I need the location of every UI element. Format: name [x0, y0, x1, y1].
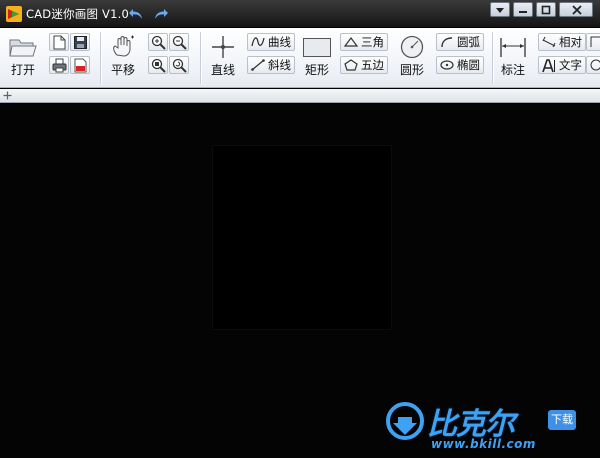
maximize-icon — [541, 5, 551, 15]
watermark: 比克尔 下载 www.bkill.com — [381, 397, 595, 455]
watermark-badge: 下载 — [548, 410, 576, 430]
rectangle-icon — [303, 38, 331, 57]
more-tool-button[interactable] — [586, 33, 600, 51]
watermark-logo-icon — [386, 402, 424, 440]
line-crosshair-icon — [212, 36, 234, 58]
save-icon — [74, 36, 87, 49]
save-button[interactable] — [70, 33, 90, 51]
zoom-fit-icon — [151, 58, 166, 73]
zoom-in-button[interactable] — [148, 33, 168, 51]
maximize-button[interactable] — [536, 2, 556, 17]
text-tool-button[interactable]: 文字 — [538, 56, 586, 74]
curve-icon — [251, 37, 265, 47]
curve-label: 曲线 — [268, 35, 291, 49]
document-tab-bar — [0, 89, 600, 103]
dimension-icon — [500, 38, 526, 57]
triangle-tool-button[interactable]: 三角 — [340, 33, 388, 51]
triangle-icon — [344, 37, 358, 47]
line-tool-button[interactable]: 直线 — [208, 35, 238, 78]
zoom-fit-button[interactable] — [148, 56, 168, 74]
pdf-icon — [74, 58, 87, 73]
drawing-page[interactable] — [213, 146, 391, 329]
text-icon — [542, 59, 555, 73]
pan-button[interactable]: 平移 — [108, 35, 138, 78]
relative-label: 相对 — [559, 35, 582, 49]
zoom-refresh-button[interactable] — [169, 56, 189, 74]
ellipse-label: 椭圆 — [457, 58, 480, 72]
corner-icon — [590, 36, 600, 47]
minimize-button[interactable] — [513, 2, 533, 17]
zoom-out-icon — [172, 35, 187, 50]
new-file-icon — [53, 35, 66, 50]
window-menu-button[interactable] — [490, 2, 510, 17]
zoom-refresh-icon — [172, 58, 187, 73]
chevron-down-icon — [496, 8, 504, 13]
close-button[interactable] — [559, 2, 593, 17]
text-label: 文字 — [559, 58, 582, 72]
ribbon-separator — [100, 32, 101, 84]
open-label: 打开 — [10, 63, 35, 77]
printer-icon — [52, 58, 67, 73]
export-pdf-button[interactable] — [70, 56, 90, 74]
add-document-icon[interactable] — [3, 91, 12, 100]
arc-tool-button[interactable]: 圆弧 — [436, 33, 484, 51]
open-button[interactable]: 打开 — [8, 35, 38, 78]
more-tool-button-2[interactable] — [586, 56, 600, 74]
new-file-button[interactable] — [49, 33, 69, 51]
ellipse-icon — [440, 60, 454, 70]
undo-icon[interactable] — [128, 7, 144, 21]
circle-icon — [400, 35, 424, 59]
slant-tool-button[interactable]: 斜线 — [247, 56, 295, 74]
dimension-tool-button[interactable]: 标注 — [498, 35, 528, 78]
redo-icon[interactable] — [153, 7, 169, 21]
dimension-label: 标注 — [500, 63, 525, 77]
ribbon-separator — [200, 32, 201, 84]
title-bar: CAD迷你画图 V1.0 — [0, 0, 600, 28]
folder-open-icon — [9, 39, 37, 57]
slant-line-icon — [251, 59, 265, 71]
relative-dimension-button[interactable]: 相对 — [538, 33, 586, 51]
print-button[interactable] — [49, 56, 69, 74]
arc-label: 圆弧 — [457, 35, 480, 49]
zoom-out-button[interactable] — [169, 33, 189, 51]
pentagon-tool-button[interactable]: 五边 — [340, 56, 388, 74]
triangle-label: 三角 — [361, 35, 384, 49]
circle-label: 圆形 — [399, 63, 424, 77]
arc-icon — [441, 37, 453, 48]
hand-pan-icon — [113, 35, 134, 57]
watermark-url: www.bkill.com — [431, 437, 536, 451]
rotate-icon — [590, 59, 600, 71]
slant-label: 斜线 — [268, 58, 291, 72]
rectangle-label: 矩形 — [304, 63, 329, 77]
curve-tool-button[interactable]: 曲线 — [247, 33, 295, 51]
ribbon-separator — [492, 32, 493, 84]
pentagon-icon — [344, 59, 358, 71]
ribbon-toolbar: 打开 平移 直线 曲线 斜线 矩形 三角 五边 圆形 圆弧 椭圆 标注 相对 文… — [0, 28, 600, 88]
circle-tool-button[interactable]: 圆形 — [396, 35, 428, 78]
ellipse-tool-button[interactable]: 椭圆 — [436, 56, 484, 74]
close-icon — [572, 5, 582, 15]
pentagon-label: 五边 — [361, 58, 384, 72]
app-title: CAD迷你画图 V1.0 — [26, 7, 129, 21]
line-label: 直线 — [210, 63, 235, 77]
rectangle-tool-button[interactable]: 矩形 — [300, 35, 334, 78]
zoom-in-icon — [151, 35, 166, 50]
minimize-icon — [519, 11, 527, 13]
pan-label: 平移 — [110, 63, 135, 77]
relative-dimension-icon — [542, 36, 556, 48]
app-logo-icon — [6, 6, 22, 22]
